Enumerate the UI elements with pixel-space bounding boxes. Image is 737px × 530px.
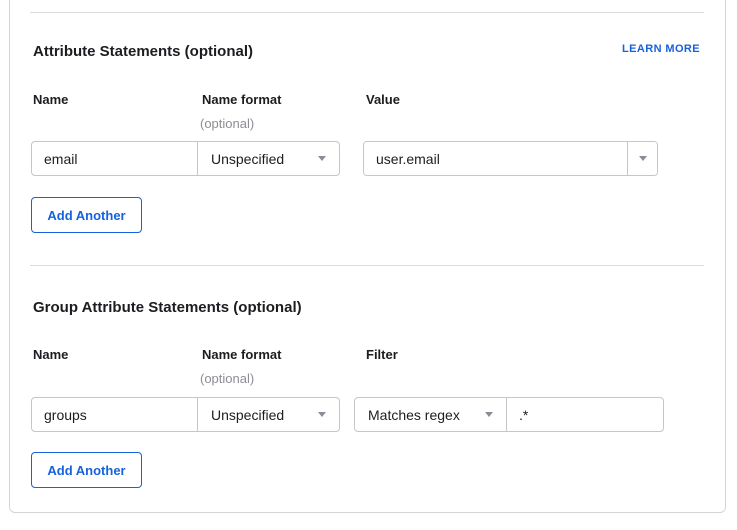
- group-name-format-optional-hint: (optional): [200, 372, 254, 386]
- group-name-format-selected-value: Unspecified: [211, 407, 284, 423]
- attr-value-combobox: [363, 141, 658, 176]
- group-name-input[interactable]: [31, 397, 198, 432]
- chevron-down-icon: [318, 412, 326, 417]
- chevron-down-icon: [318, 156, 326, 161]
- group-attribute-statements-title: Group Attribute Statements (optional): [33, 299, 302, 316]
- group-filter-column-header: Filter: [366, 348, 398, 362]
- chevron-down-icon: [485, 412, 493, 417]
- group-attr-statement-row: Unspecified: [31, 397, 340, 432]
- attr-value-column-header: Value: [366, 93, 400, 107]
- attr-value-input[interactable]: [364, 142, 627, 175]
- group-name-format-select[interactable]: Unspecified: [197, 397, 340, 432]
- chevron-down-icon: [639, 156, 647, 161]
- saml-settings-page: Attribute Statements (optional) LEARN MO…: [0, 0, 737, 530]
- group-filter-value-input[interactable]: [506, 397, 664, 432]
- attr-name-format-selected-value: Unspecified: [211, 151, 284, 167]
- attr-statement-row: Unspecified: [31, 141, 340, 176]
- attr-add-another-button[interactable]: Add Another: [31, 197, 142, 233]
- group-name-column-header: Name: [33, 348, 68, 362]
- attr-name-format-select[interactable]: Unspecified: [197, 141, 340, 176]
- attribute-statements-title: Attribute Statements (optional): [33, 43, 253, 60]
- attr-name-input[interactable]: [31, 141, 198, 176]
- group-add-another-button[interactable]: Add Another: [31, 452, 142, 488]
- section-divider-top: [30, 12, 704, 13]
- attr-name-format-column-header: Name format: [202, 93, 281, 107]
- attr-value-dropdown-button[interactable]: [627, 142, 657, 175]
- saml-settings-card: [9, 0, 726, 513]
- group-name-format-column-header: Name format: [202, 348, 281, 362]
- group-filter-type-select[interactable]: Matches regex: [354, 397, 507, 432]
- group-filter-row: Matches regex: [354, 397, 664, 432]
- section-divider-middle: [30, 265, 704, 266]
- group-filter-type-selected-value: Matches regex: [368, 407, 460, 423]
- learn-more-link[interactable]: LEARN MORE: [622, 43, 700, 55]
- attr-name-format-optional-hint: (optional): [200, 117, 254, 131]
- attr-name-column-header: Name: [33, 93, 68, 107]
